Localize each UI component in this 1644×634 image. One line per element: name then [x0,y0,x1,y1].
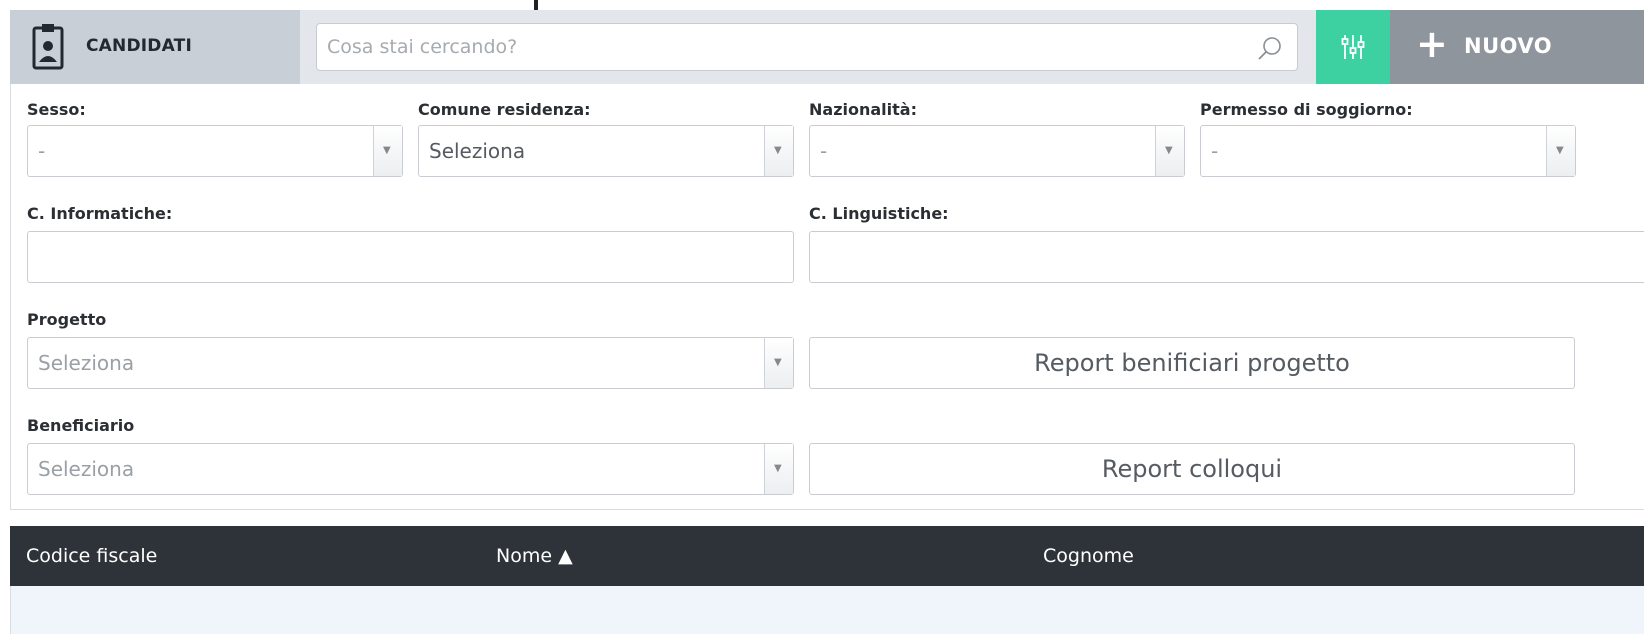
informatiche-input[interactable] [27,231,794,283]
report-colloqui-button[interactable]: Report colloqui [809,443,1575,495]
sesso-value: - [38,139,46,163]
linguistiche-label: C. Linguistiche: [809,204,949,223]
new-button-label: NUOVO [1464,34,1553,58]
progetto-label: Progetto [27,310,107,329]
progetto-select[interactable]: Seleziona ▼ [27,337,794,389]
caret-down-icon[interactable]: ▼ [1155,126,1184,176]
permesso-label: Permesso di soggiorno: [1200,100,1413,119]
beneficiario-value: Seleziona [38,457,135,481]
filter-panel: Sesso: - ▼ Comune residenza: Seleziona ▼… [10,84,1644,510]
clipboard-person-icon [32,24,64,70]
column-header-nome[interactable]: Nome ▲ [496,545,573,567]
nazionalita-select[interactable]: - ▼ [809,125,1185,177]
nazionalita-label: Nazionalità: [809,100,917,119]
comune-select[interactable]: Seleziona ▼ [418,125,794,177]
nazionalita-value: - [820,139,828,163]
report-beneficiari-button[interactable]: Report benificiari progetto [809,337,1575,389]
caret-down-icon[interactable]: ▼ [764,338,793,388]
search-input[interactable] [327,24,1227,70]
progetto-value: Seleziona [38,351,135,375]
comune-value: Seleziona [429,139,526,163]
permesso-value: - [1211,139,1219,163]
beneficiario-label: Beneficiario [27,416,135,435]
search-icon[interactable] [1257,35,1283,61]
caret-down-icon[interactable]: ▼ [764,444,793,494]
caret-down-icon[interactable]: ▼ [764,126,793,176]
linguistiche-input[interactable] [809,231,1644,283]
top-bar: CANDIDATI + NUOVO [10,10,1644,84]
plus-icon: + [1416,22,1448,66]
column-header-codice-fiscale[interactable]: Codice fiscale [26,545,157,567]
sesso-label: Sesso: [27,100,86,119]
caret-down-icon[interactable]: ▼ [1546,126,1575,176]
table-header: Codice fiscale Nome ▲ Cognome [10,526,1644,586]
beneficiario-select[interactable]: Seleziona ▼ [27,443,794,495]
new-button[interactable]: + NUOVO [1390,10,1644,84]
permesso-select[interactable]: - ▼ [1200,125,1576,177]
search-box[interactable] [316,23,1298,71]
module-header: CANDIDATI [10,10,300,84]
sliders-icon [1341,35,1365,59]
column-header-cognome[interactable]: Cognome [1043,545,1134,567]
sesso-select[interactable]: - ▼ [27,125,403,177]
filter-toggle-button[interactable] [1316,10,1390,84]
caret-down-icon[interactable]: ▼ [373,126,402,176]
table-row[interactable] [10,586,1644,634]
module-title: CANDIDATI [86,36,192,56]
text-cursor [534,0,538,10]
comune-label: Comune residenza: [418,100,591,119]
informatiche-label: C. Informatiche: [27,204,173,223]
